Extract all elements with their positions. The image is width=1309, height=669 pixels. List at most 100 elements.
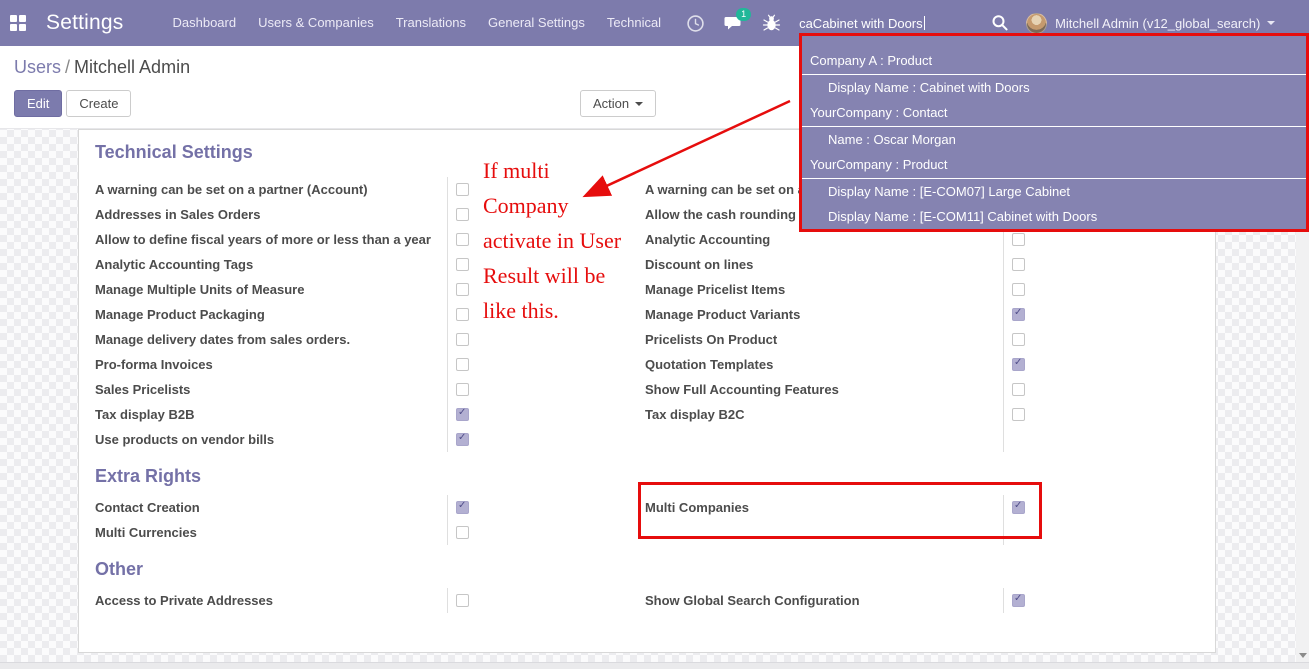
checkbox-allow-to-define-fiscal-years-of-more-or-le[interactable] — [456, 233, 469, 246]
setting-label-manage-product-packaging: Manage Product Packaging — [95, 307, 265, 322]
setting-label-pro-forma-invoices: Pro-forma Invoices — [95, 357, 213, 372]
bug-icon[interactable] — [762, 14, 781, 33]
checkbox-access-to-private-addresses[interactable] — [456, 594, 469, 607]
checkbox-cell — [447, 402, 645, 427]
user-name: Mitchell Admin (v12_global_search) — [1055, 15, 1261, 31]
setting-label-use-products-on-vendor-bills: Use products on vendor bills — [95, 432, 275, 447]
annotation-line: activate in User — [483, 228, 622, 253]
checkbox-cell — [1003, 427, 1199, 452]
form-section-other: Other Access to Private Addresses Show Glo… — [95, 559, 1199, 613]
annotation-box-multi-companies — [638, 482, 1042, 539]
app-title: Settings — [46, 11, 124, 34]
checkbox-cell — [1003, 277, 1199, 302]
menu-item-dashboard[interactable]: Dashboard — [161, 0, 247, 46]
checkbox-tax-display-b2b[interactable] — [456, 407, 469, 421]
menu-item-translations[interactable]: Translations — [385, 0, 477, 46]
search-result-item-name-oscar-morgan[interactable]: Name : Oscar Morgan — [802, 127, 1306, 152]
checkbox-manage-multiple-units-of-measure[interactable] — [456, 283, 469, 296]
setting-label-tax-display-b2c: Tax display B2C — [645, 407, 745, 422]
setting-label-manage-delivery-dates-from-sales-orders: Manage delivery dates from sales orders. — [95, 332, 351, 347]
checkbox-pricelists-on-product[interactable] — [1012, 333, 1025, 346]
search-result-item-display-name-e-com07-large-cabinet[interactable]: Display Name : [E-COM07] Large Cabinet — [802, 179, 1306, 204]
global-search: caCabinet with Doors — [799, 14, 1010, 33]
checkbox-show-full-accounting-features[interactable] — [1012, 383, 1025, 396]
setting-label-access-to-private-addresses: Access to Private Addresses — [95, 593, 274, 608]
settings-grid: Access to Private Addresses Show Global S… — [95, 588, 1199, 613]
menu-item-users-companies[interactable]: Users & Companies — [247, 0, 385, 46]
search-dropdown: Company A : Product Display Name : Cabine… — [799, 33, 1309, 232]
checkbox-cell — [447, 427, 645, 452]
create-button[interactable]: Create — [66, 90, 132, 117]
checkbox-quotation-templates[interactable] — [1012, 357, 1025, 371]
setting-label-manage-product-variants: Manage Product Variants — [645, 307, 801, 322]
setting-label-quotation-templates: Quotation Templates — [645, 357, 774, 372]
checkbox-manage-product-packaging[interactable] — [456, 308, 469, 321]
checkbox-pro-forma-invoices[interactable] — [456, 358, 469, 371]
setting-label-manage-pricelist-items: Manage Pricelist Items — [645, 282, 786, 297]
checkbox-use-products-on-vendor-bills[interactable] — [456, 432, 469, 446]
setting-label-discount-on-lines: Discount on lines — [645, 257, 754, 272]
checkbox-cell — [1003, 588, 1199, 613]
setting-label-addresses-in-sales-orders: Addresses in Sales Orders — [95, 207, 261, 222]
edit-button[interactable]: Edit — [14, 90, 63, 117]
checkbox-tax-display-b2c[interactable] — [1012, 408, 1025, 421]
checkbox-cell — [447, 327, 645, 352]
checkbox-show-global-search-configuration[interactable] — [1012, 593, 1025, 607]
breadcrumb-users-link[interactable]: Users — [14, 57, 61, 77]
checkbox-cell — [447, 588, 645, 613]
top-menu: Dashboard Users & Companies Translations Ge… — [161, 0, 672, 46]
text-cursor — [923, 16, 925, 30]
chat-icon[interactable]: 1 — [724, 7, 752, 33]
setting-label-show-full-accounting-features: Show Full Accounting Features — [645, 382, 839, 397]
setting-label-contact-creation: Contact Creation — [95, 500, 200, 515]
global-search-input[interactable]: caCabinet with Doors — [799, 16, 991, 31]
search-result-category-yourcompany-contact: YourCompany : Contact — [802, 100, 1306, 127]
checkbox-analytic-accounting[interactable] — [1012, 233, 1025, 246]
checkbox-manage-delivery-dates-from-sales-orders[interactable] — [456, 333, 469, 346]
annotation-line: like this. — [483, 298, 559, 323]
search-icon[interactable] — [991, 14, 1010, 33]
apps-grid-icon[interactable] — [10, 15, 26, 31]
checkbox-sales-pricelists[interactable] — [456, 383, 469, 396]
search-result-category-company-a-product: Company A : Product — [802, 48, 1306, 75]
checkbox-cell — [1003, 377, 1199, 402]
setting-label-sales-pricelists: Sales Pricelists — [95, 382, 191, 397]
messages-badge: 1 — [736, 7, 752, 21]
setting-label-show-global-search-configuration: Show Global Search Configuration — [645, 593, 860, 608]
checkbox-discount-on-lines[interactable] — [1012, 258, 1025, 271]
breadcrumb-separator: / — [65, 57, 71, 77]
user-menu[interactable]: Mitchell Admin (v12_global_search) — [1026, 12, 1276, 34]
search-result-item-display-name-e-com11-cabinet-with-doors[interactable]: Display Name : [E-COM11] Cabinet with Do… — [802, 204, 1306, 229]
setting-label-a-warning-can-be-set-on-a-partner-account: A warning can be set on a partner (Accou… — [95, 182, 368, 197]
checkbox-a-warning-can-be-set-on-a-partner-account[interactable] — [456, 183, 469, 196]
checkbox-multi-currencies[interactable] — [456, 526, 469, 539]
section-title-other: Other — [95, 559, 144, 579]
annotation-arrow — [582, 99, 791, 198]
nav-icons: 1 — [686, 7, 781, 33]
checkbox-cell — [447, 377, 645, 402]
checkbox-cell — [1003, 402, 1199, 427]
checkbox-manage-product-variants[interactable] — [1012, 307, 1025, 321]
scroll-down-arrow-icon[interactable] — [1299, 653, 1307, 658]
search-result-item-display-name-cabinet-with-doors[interactable]: Display Name : Cabinet with Doors — [802, 75, 1306, 100]
checkbox-cell — [447, 520, 645, 545]
menu-item-technical[interactable]: Technical — [596, 0, 672, 46]
horizontal-scrollbar[interactable] — [0, 662, 1309, 669]
menu-item-general-settings[interactable]: General Settings — [477, 0, 596, 46]
breadcrumb-current: Mitchell Admin — [74, 57, 191, 77]
checkbox-contact-creation[interactable] — [456, 500, 469, 514]
setting-label-pricelists-on-product: Pricelists On Product — [645, 332, 778, 347]
checkbox-addresses-in-sales-orders[interactable] — [456, 208, 469, 221]
checkbox-cell — [1003, 252, 1199, 277]
checkbox-manage-pricelist-items[interactable] — [1012, 283, 1025, 296]
caret-down-icon — [1267, 21, 1276, 25]
checkbox-cell — [447, 495, 645, 520]
checkbox-cell — [1003, 302, 1199, 327]
setting-label-multi-currencies: Multi Currencies — [95, 525, 197, 540]
clock-icon[interactable] — [686, 14, 705, 33]
search-value: caCabinet with Doors — [799, 15, 923, 31]
breadcrumb: Users / Mitchell Admin — [14, 57, 190, 78]
button-row: Edit Create — [14, 90, 132, 117]
checkbox-cell — [447, 352, 645, 377]
checkbox-analytic-accounting-tags[interactable] — [456, 258, 469, 271]
